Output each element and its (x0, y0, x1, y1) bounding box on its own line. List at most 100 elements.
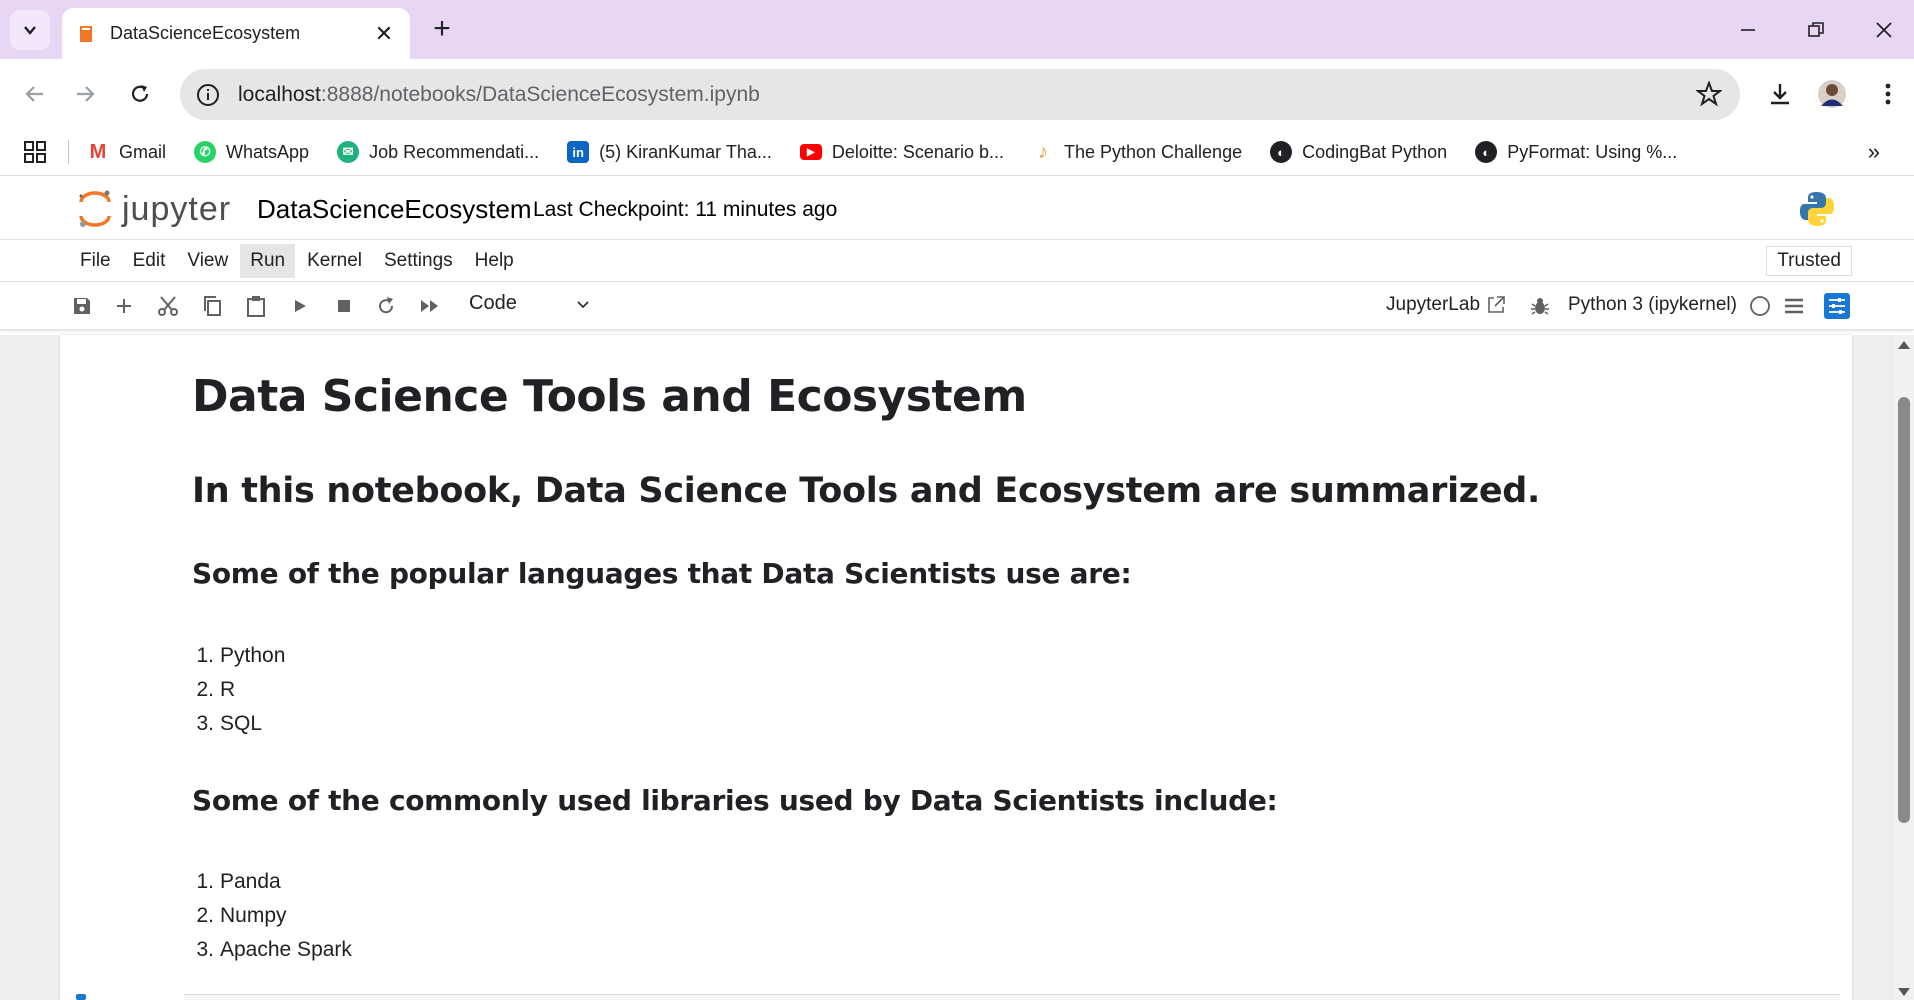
bookmark-label: PyFormat: Using %... (1507, 141, 1678, 162)
bookmark-deloitte[interactable]: ▶ Deloitte: Scenario b... (799, 141, 1004, 163)
cell-type-select[interactable]: Code (469, 292, 517, 315)
menu-view[interactable]: View (177, 244, 238, 278)
more-bookmarks-icon[interactable]: » (1868, 139, 1880, 165)
jupyter-logo[interactable]: jupyter (76, 188, 231, 230)
kernel-name[interactable]: Python 3 (ipykernel) (1568, 294, 1737, 316)
apps-grid-icon[interactable] (24, 141, 46, 163)
bookmark-label: WhatsApp (226, 141, 310, 162)
list-icon (1785, 298, 1803, 314)
toc-button[interactable] (1782, 294, 1806, 318)
trusted-indicator[interactable]: Trusted (1766, 246, 1852, 276)
save-button[interactable] (70, 294, 94, 318)
fast-forward-icon (421, 300, 438, 312)
debugger-button[interactable] (1528, 294, 1552, 318)
restore-icon[interactable] (1796, 10, 1836, 50)
youtube-icon: ▶ (799, 144, 822, 160)
active-cell-marker (76, 994, 86, 1000)
site-info-icon[interactable] (194, 81, 222, 109)
jupyter-logo-icon (79, 190, 111, 227)
menu-file[interactable]: File (70, 244, 121, 278)
bookmark-gmail[interactable]: M Gmail (87, 141, 166, 163)
restart-icon (379, 297, 394, 314)
browser-tab[interactable]: DataScienceEcosystem ✕ (62, 8, 410, 59)
page-scrollbar[interactable] (1894, 335, 1914, 1000)
downloads-button[interactable] (1760, 74, 1800, 114)
bookmark-label: CodingBat Python (1302, 141, 1448, 162)
notebook-toolbar: Code JupyterLab Python 3 (ipykernel) (0, 282, 1914, 330)
avatar (1818, 80, 1846, 108)
url-host: localhost (238, 82, 321, 106)
interrupt-kernel-button[interactable] (332, 294, 356, 318)
more-vert-icon (1885, 83, 1891, 105)
profile-avatar[interactable] (1812, 74, 1852, 114)
list-item: 1. Python (196, 644, 286, 667)
languages-list: 1. Python 2. R 3. SQL (192, 639, 285, 741)
list-item: 2. R (196, 678, 236, 701)
bookmark-label: Job Recommendati... (369, 141, 540, 162)
menu-run[interactable]: Run (240, 243, 296, 278)
list-item: 2. Numpy (196, 904, 287, 927)
intro-heading: In this notebook, Data Science Tools and… (192, 471, 1541, 511)
globe-icon: ◐ (1475, 141, 1498, 163)
next-code-cell[interactable] (184, 994, 1840, 1000)
language-r: R (220, 678, 236, 701)
bookmark-linkedin[interactable]: in (5) KiranKumar Tha... (567, 141, 772, 163)
menu-settings[interactable]: Settings (374, 244, 463, 278)
close-window-icon[interactable] (1864, 10, 1904, 50)
external-link-icon (1488, 296, 1505, 313)
copy-cell-button[interactable] (200, 294, 224, 318)
close-tab-icon[interactable]: ✕ (372, 21, 396, 47)
property-inspector-button[interactable] (1824, 293, 1850, 319)
settings-sliders-icon (1829, 298, 1845, 314)
menu-edit[interactable]: Edit (123, 244, 176, 278)
whatsapp-icon: ✆ (194, 141, 217, 163)
menu-kernel[interactable]: Kernel (297, 244, 372, 278)
browser-menu-button[interactable] (1868, 74, 1908, 114)
back-arrow-icon (25, 86, 43, 102)
run-cell-button[interactable] (288, 294, 312, 318)
scroll-up-arrow-icon[interactable] (1898, 341, 1910, 349)
notebook-title: Data Science Tools and Ecosystem (192, 371, 1027, 422)
url-text: localhost:8888/notebooks/DataScienceEcos… (238, 83, 760, 107)
jupyter-wordmark: jupyter (122, 189, 232, 228)
notebook-panel: Data Science Tools and Ecosystem In this… (0, 335, 1914, 1000)
bookmark-pyformat[interactable]: ◐ PyFormat: Using %... (1475, 141, 1677, 163)
plus-icon (117, 299, 131, 313)
new-tab-button[interactable]: + (424, 12, 460, 48)
gmail-icon: M (89, 140, 107, 163)
browser-toolbar: localhost:8888/notebooks/DataScienceEcos… (0, 59, 1914, 129)
chevron-down-icon[interactable] (576, 296, 590, 310)
restart-run-all-button[interactable] (418, 294, 442, 318)
library-numpy: Numpy (220, 904, 287, 927)
download-icon (1771, 84, 1789, 105)
list-item: 1. Panda (196, 870, 281, 893)
address-bar[interactable]: localhost:8888/notebooks/DataScienceEcos… (180, 69, 1740, 120)
languages-heading: Some of the popular languages that Data … (192, 557, 1132, 590)
bookmarks-bar: M Gmail ✆ WhatsApp ✉ Job Recommendati... in… (0, 129, 1914, 176)
reload-button[interactable] (120, 74, 160, 114)
play-icon (295, 300, 306, 312)
scrollbar-thumb[interactable] (1898, 397, 1910, 823)
bookmark-label: Gmail (119, 141, 167, 162)
cut-cell-button[interactable] (156, 294, 180, 318)
restart-kernel-button[interactable] (374, 294, 398, 318)
stop-icon (338, 300, 350, 312)
tab-search-button[interactable] (10, 10, 50, 50)
bookmark-star-icon[interactable] (1696, 81, 1722, 107)
scroll-down-arrow-icon[interactable] (1898, 988, 1910, 996)
open-jupyterlab-link[interactable]: JupyterLab (1386, 294, 1506, 316)
bookmark-codingbat[interactable]: ◐ CodingBat Python (1270, 141, 1447, 163)
bookmark-python-challenge[interactable]: ♪ The Python Challenge (1032, 141, 1242, 163)
menu-help[interactable]: Help (465, 244, 524, 278)
bookmark-label: Deloitte: Scenario b... (831, 141, 1004, 162)
minimize-icon[interactable] (1728, 10, 1768, 50)
back-button[interactable] (14, 74, 54, 114)
bookmark-label: (5) KiranKumar Tha... (599, 141, 772, 162)
bookmark-job-recommendation[interactable]: ✉ Job Recommendati... (337, 141, 539, 163)
bookmark-whatsapp[interactable]: ✆ WhatsApp (194, 141, 309, 163)
forward-button[interactable] (66, 74, 106, 114)
notebook-name[interactable]: DataScienceEcosystem (257, 194, 532, 225)
paste-cell-button[interactable] (244, 294, 268, 318)
job-icon: ✉ (337, 141, 360, 163)
insert-cell-button[interactable] (112, 294, 136, 318)
